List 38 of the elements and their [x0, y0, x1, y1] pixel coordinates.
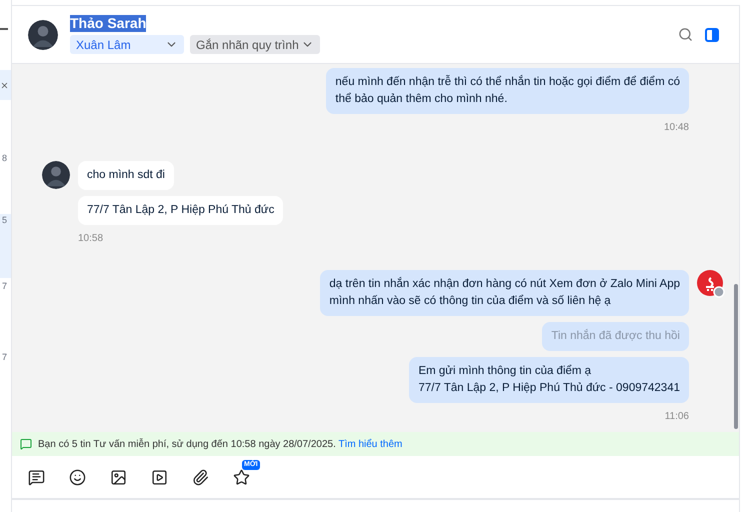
- toolbar-image-button[interactable]: [110, 468, 127, 486]
- toolbar-paperclip-button[interactable]: [192, 468, 209, 486]
- message-bubble: dạ trên tin nhắn xác nhận đơn hàng có nút Xem đơn ở Zalo Mini App mình nhấn vào sẽ có thông tin của điểm và số liên hệ ạ: [320, 270, 689, 316]
- message-bubble: nếu mình đến nhận trễ thì có thể nhắn tin hoặc gọi điểm để điểm có thể bảo quản thêm cho mình nhé.: [326, 68, 689, 114]
- sidebar-toggle-icon[interactable]: [705, 28, 719, 42]
- time-fragment: 5: [2, 214, 8, 224]
- message-bubble: Em gửi mình thông tin của điểm ạ 77/7 Tân Lập 2, P Hiệp Phú Thủ đức - 0909742341: [409, 357, 689, 403]
- avatar-icon: [42, 161, 70, 189]
- message-bubble: 77/7 Tân Lập 2, P Hiệp Phú Thủ đức: [78, 196, 284, 225]
- time-fragment: 7: [2, 280, 8, 292]
- message-icon: [20, 438, 32, 450]
- shop-avatar-icon: [697, 270, 725, 298]
- message-time: 10:58: [78, 232, 104, 246]
- toolbar-sticker-button[interactable]: [69, 468, 86, 486]
- toolbar-video-button[interactable]: [151, 468, 168, 486]
- recalled-message: Tin nhắn đã được thu hồi: [542, 322, 689, 351]
- assignee-dropdown[interactable]: Xuân Lâm: [70, 35, 184, 54]
- time-fragment: 8: [2, 152, 8, 165]
- search-icon[interactable]: [678, 27, 693, 42]
- message-time: 10:48: [664, 121, 689, 135]
- message-bubble: cho mình sdt đi: [78, 161, 174, 190]
- message-icon: [28, 468, 45, 486]
- message-time: 11:06: [664, 410, 689, 424]
- paperclip-icon: [192, 468, 209, 486]
- toolbar-message-button[interactable]: [28, 468, 45, 486]
- notice-text: Bạn có 5 tin Tư vấn miễn phí, sử dụng đến 10:58 ngày 28/07/2025. Tìm hiểu thêm: [38, 437, 402, 452]
- star-icon: [233, 468, 250, 486]
- label-dropdown[interactable]: Gắn nhãn quy trình: [190, 35, 320, 54]
- video-icon: [151, 468, 168, 486]
- close-icon[interactable]: [0, 80, 9, 90]
- scrollbar[interactable]: [734, 284, 738, 429]
- sticker-icon: [69, 468, 86, 486]
- time-fragment: 7: [2, 351, 8, 364]
- toolbar-star-button[interactable]: [233, 468, 250, 486]
- avatar-icon: [28, 20, 58, 50]
- contact-name: Thảo Sarah: [70, 15, 146, 32]
- image-icon: [110, 468, 127, 486]
- learn-more-link[interactable]: Tìm hiểu thêm: [338, 438, 402, 450]
